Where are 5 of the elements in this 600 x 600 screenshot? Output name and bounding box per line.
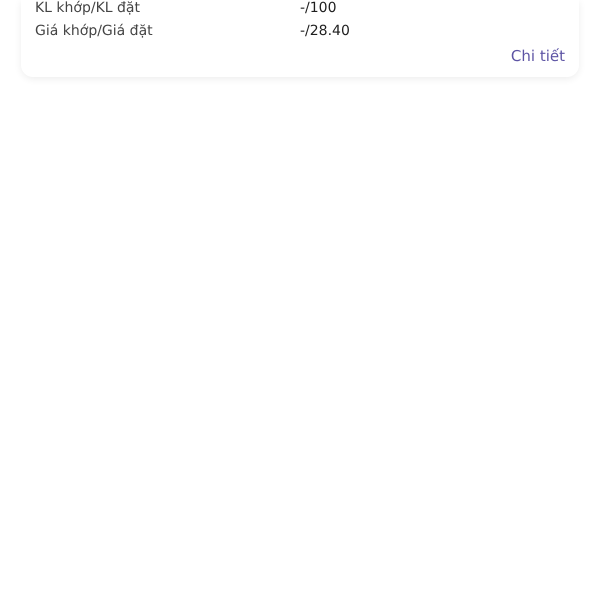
field-value: -/28.40 xyxy=(300,23,350,39)
detail-link[interactable]: Chi tiết xyxy=(510,47,565,65)
field-value: -/100 xyxy=(300,0,336,16)
field-label: KL khớp/KL đặt xyxy=(35,0,141,16)
field-label: Giá khớp/Giá đặt xyxy=(35,23,154,39)
